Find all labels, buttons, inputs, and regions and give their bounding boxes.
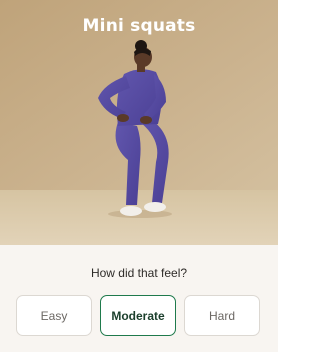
difficulty-options: Easy Moderate Hard	[16, 295, 260, 336]
moderate-button[interactable]: Moderate	[100, 295, 176, 336]
hard-button[interactable]: Hard	[184, 295, 260, 336]
feedback-question: How did that feel?	[90, 266, 188, 280]
exercise-title: Mini squats	[82, 16, 196, 36]
easy-button[interactable]: Easy	[16, 295, 92, 336]
exercise-feedback-card: Mini squats How did that feel? Easy Mode…	[0, 0, 278, 352]
exercise-photo	[0, 0, 278, 245]
